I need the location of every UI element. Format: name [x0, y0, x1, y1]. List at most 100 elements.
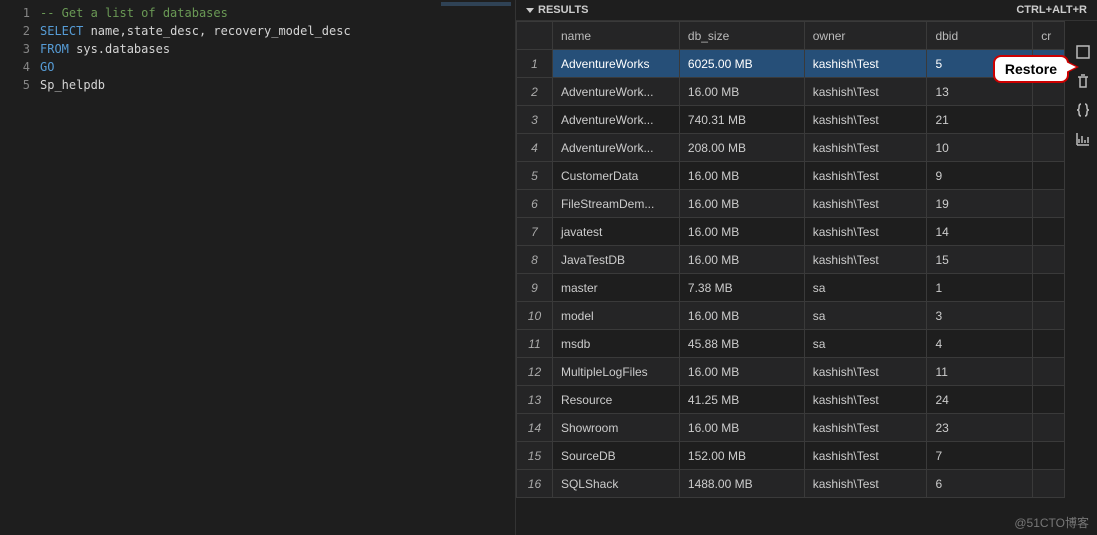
cell-db_size[interactable]: 16.00 MB [679, 414, 804, 442]
cell-extra[interactable] [1033, 330, 1065, 358]
cell-owner[interactable]: kashish\Test [804, 106, 927, 134]
cell-db_size[interactable]: 16.00 MB [679, 358, 804, 386]
row-number-cell[interactable]: 7 [517, 218, 553, 246]
cell-dbid[interactable]: 19 [927, 190, 1033, 218]
cell-extra[interactable] [1033, 134, 1065, 162]
row-number-cell[interactable]: 16 [517, 470, 553, 498]
cell-dbid[interactable]: 14 [927, 218, 1033, 246]
cell-extra[interactable] [1033, 386, 1065, 414]
minimap[interactable] [441, 2, 511, 16]
cell-name[interactable]: SourceDB [552, 442, 679, 470]
cell-name[interactable]: msdb [552, 330, 679, 358]
row-number-cell[interactable]: 2 [517, 78, 553, 106]
cell-owner[interactable]: kashish\Test [804, 358, 927, 386]
cell-extra[interactable] [1033, 274, 1065, 302]
code-line[interactable]: GO [40, 58, 515, 76]
cell-name[interactable]: AdventureWork... [552, 106, 679, 134]
cell-extra[interactable] [1033, 106, 1065, 134]
cell-name[interactable]: JavaTestDB [552, 246, 679, 274]
col-header-dbid[interactable]: dbid [927, 22, 1033, 50]
cell-db_size[interactable]: 16.00 MB [679, 190, 804, 218]
cell-db_size[interactable]: 7.38 MB [679, 274, 804, 302]
cell-dbid[interactable]: 1 [927, 274, 1033, 302]
cell-owner[interactable]: kashish\Test [804, 78, 927, 106]
cell-name[interactable]: FileStreamDem... [552, 190, 679, 218]
row-number-cell[interactable]: 8 [517, 246, 553, 274]
table-row[interactable]: 1AdventureWorks6025.00 MBkashish\Test5 [517, 50, 1065, 78]
code-area[interactable]: -- Get a list of databasesSELECT name,st… [40, 0, 515, 535]
cell-extra[interactable] [1033, 162, 1065, 190]
row-number-cell[interactable]: 4 [517, 134, 553, 162]
cell-owner[interactable]: kashish\Test [804, 246, 927, 274]
row-number-cell[interactable]: 1 [517, 50, 553, 78]
cell-db_size[interactable]: 16.00 MB [679, 246, 804, 274]
row-number-cell[interactable]: 14 [517, 414, 553, 442]
code-line[interactable]: SELECT name,state_desc, recovery_model_d… [40, 22, 515, 40]
cell-extra[interactable] [1033, 218, 1065, 246]
table-row[interactable]: 6FileStreamDem...16.00 MBkashish\Test19 [517, 190, 1065, 218]
cell-dbid[interactable]: 9 [927, 162, 1033, 190]
cell-owner[interactable]: kashish\Test [804, 50, 927, 78]
col-header-name[interactable]: name [552, 22, 679, 50]
table-row[interactable]: 5CustomerData16.00 MBkashish\Test9 [517, 162, 1065, 190]
cell-owner[interactable]: kashish\Test [804, 218, 927, 246]
cell-name[interactable]: SQLShack [552, 470, 679, 498]
cell-extra[interactable] [1033, 190, 1065, 218]
cell-dbid[interactable]: 3 [927, 302, 1033, 330]
table-row[interactable]: 4AdventureWork...208.00 MBkashish\Test10 [517, 134, 1065, 162]
rownum-header[interactable] [517, 22, 553, 50]
cell-owner[interactable]: kashish\Test [804, 162, 927, 190]
row-number-cell[interactable]: 10 [517, 302, 553, 330]
cell-dbid[interactable]: 23 [927, 414, 1033, 442]
cell-db_size[interactable]: 16.00 MB [679, 302, 804, 330]
cell-extra[interactable] [1033, 470, 1065, 498]
col-header-extra[interactable]: cr [1033, 22, 1065, 50]
cell-dbid[interactable]: 15 [927, 246, 1033, 274]
table-row[interactable]: 10model16.00 MBsa3 [517, 302, 1065, 330]
cell-name[interactable]: CustomerData [552, 162, 679, 190]
col-header-owner[interactable]: owner [804, 22, 927, 50]
cell-extra[interactable] [1033, 246, 1065, 274]
table-row[interactable]: 3AdventureWork...740.31 MBkashish\Test21 [517, 106, 1065, 134]
table-row[interactable]: 13Resource41.25 MBkashish\Test24 [517, 386, 1065, 414]
table-row[interactable]: 15SourceDB152.00 MBkashish\Test7 [517, 442, 1065, 470]
cell-db_size[interactable]: 740.31 MB [679, 106, 804, 134]
cell-dbid[interactable]: 4 [927, 330, 1033, 358]
cell-dbid[interactable]: 11 [927, 358, 1033, 386]
cell-db_size[interactable]: 152.00 MB [679, 442, 804, 470]
cell-name[interactable]: master [552, 274, 679, 302]
row-number-cell[interactable]: 11 [517, 330, 553, 358]
cell-owner[interactable]: sa [804, 330, 927, 358]
json-icon[interactable] [1075, 102, 1091, 121]
row-number-cell[interactable]: 6 [517, 190, 553, 218]
cell-extra[interactable] [1033, 358, 1065, 386]
cell-db_size[interactable]: 41.25 MB [679, 386, 804, 414]
cell-db_size[interactable]: 6025.00 MB [679, 50, 804, 78]
cell-owner[interactable]: kashish\Test [804, 470, 927, 498]
cell-name[interactable]: AdventureWork... [552, 78, 679, 106]
table-row[interactable]: 16SQLShack1488.00 MBkashish\Test6 [517, 470, 1065, 498]
col-header-dbsize[interactable]: db_size [679, 22, 804, 50]
row-number-cell[interactable]: 13 [517, 386, 553, 414]
cell-owner[interactable]: kashish\Test [804, 414, 927, 442]
cell-name[interactable]: Showroom [552, 414, 679, 442]
cell-dbid[interactable]: 24 [927, 386, 1033, 414]
row-number-cell[interactable]: 3 [517, 106, 553, 134]
cell-owner[interactable]: sa [804, 302, 927, 330]
cell-owner[interactable]: kashish\Test [804, 386, 927, 414]
table-row[interactable]: 11msdb45.88 MBsa4 [517, 330, 1065, 358]
cell-db_size[interactable]: 16.00 MB [679, 78, 804, 106]
trash-icon[interactable] [1075, 73, 1091, 92]
code-line[interactable]: Sp_helpdb [40, 76, 515, 94]
cell-extra[interactable] [1033, 414, 1065, 442]
cell-owner[interactable]: kashish\Test [804, 190, 927, 218]
row-number-cell[interactable]: 9 [517, 274, 553, 302]
code-line[interactable]: FROM sys.databases [40, 40, 515, 58]
cell-db_size[interactable]: 16.00 MB [679, 218, 804, 246]
cell-name[interactable]: model [552, 302, 679, 330]
cell-db_size[interactable]: 208.00 MB [679, 134, 804, 162]
cell-extra[interactable] [1033, 442, 1065, 470]
cell-db_size[interactable]: 16.00 MB [679, 162, 804, 190]
collapse-caret-icon[interactable] [526, 8, 534, 13]
cell-name[interactable]: Resource [552, 386, 679, 414]
